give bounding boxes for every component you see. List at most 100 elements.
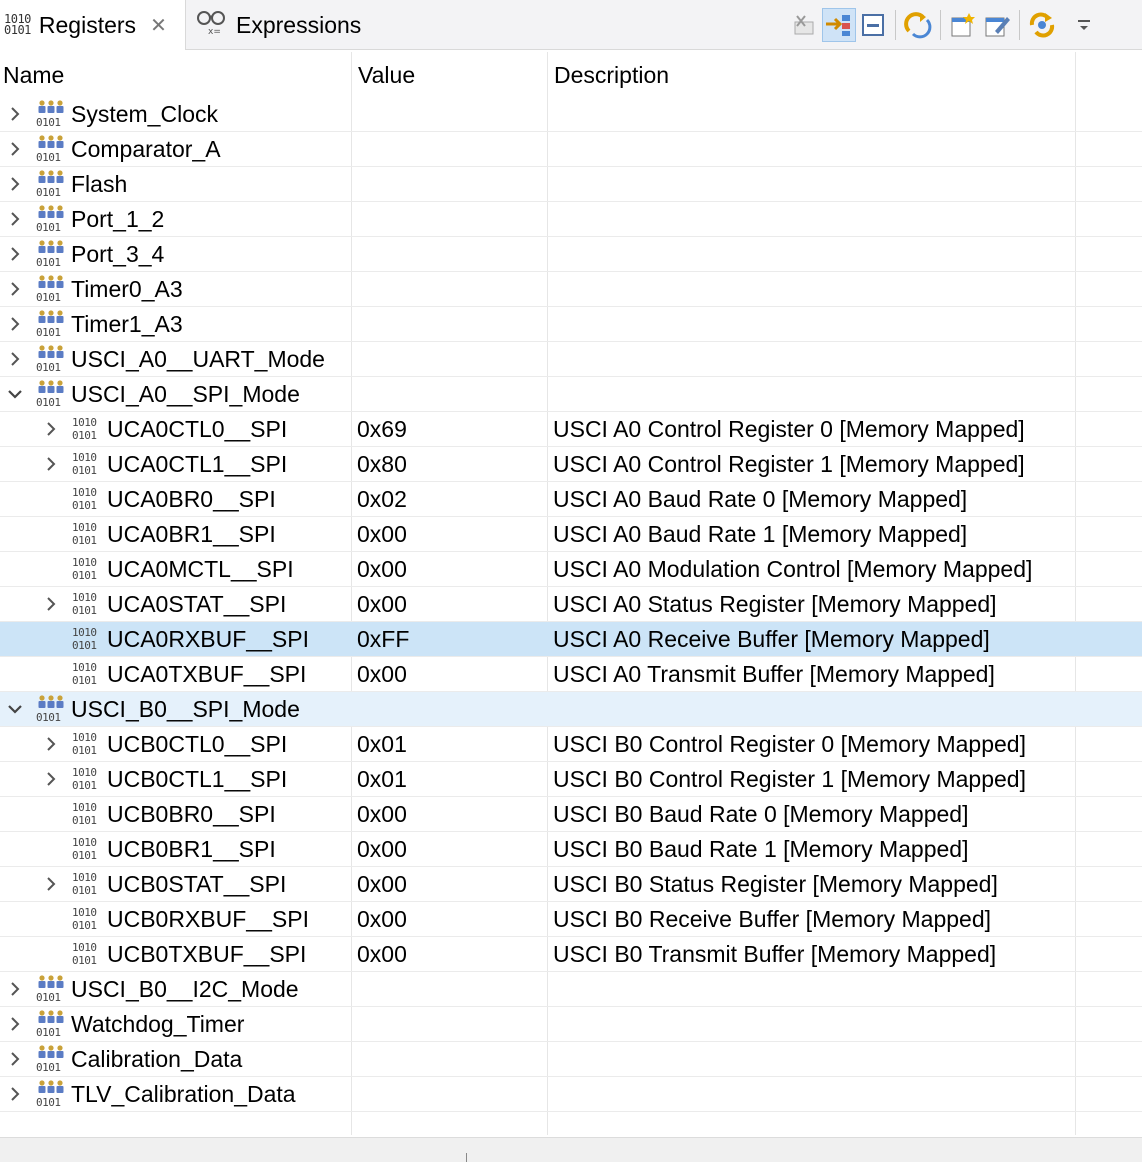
chevron-right-icon[interactable] (41, 412, 61, 446)
register-icon: 1010 0101 (71, 904, 103, 934)
edit-icon[interactable] (980, 8, 1014, 42)
svg-text:0101: 0101 (36, 396, 61, 409)
chevron-down-icon[interactable] (5, 377, 25, 411)
register-row[interactable]: 1010 0101 UCA0BR0__SPI 0x02 USCI A0 Baud Rat… (0, 482, 1142, 517)
horizontal-scrollbar[interactable] (0, 1137, 1142, 1162)
row-value[interactable]: 0x00 (357, 867, 407, 901)
row-name: USCI_A0__UART_Mode (71, 346, 325, 372)
column-header-name[interactable]: Name (3, 62, 64, 89)
chevron-right-icon[interactable] (5, 342, 25, 376)
row-name: UCA0STAT__SPI (107, 591, 287, 617)
close-icon[interactable]: ✕ (150, 13, 167, 38)
register-icon: 1010 0101 (71, 414, 103, 444)
chevron-right-icon[interactable] (5, 1007, 25, 1041)
row-name: UCA0CTL1__SPI (107, 451, 288, 477)
register-row[interactable]: 1010 0101 UCA0RXBUF__SPI 0xFF USCI A0 Receiv… (0, 622, 1142, 657)
register-row[interactable]: 1010 0101 UCB0STAT__SPI 0x00 USCI B0 Status … (0, 867, 1142, 902)
chevron-right-icon[interactable] (5, 272, 25, 306)
register-group-row[interactable]: 0101 USCI_B0__SPI_Mode (0, 692, 1142, 727)
register-group-row[interactable]: 0101 TLV_Calibration_Data (0, 1077, 1142, 1112)
row-value[interactable]: 0xFF (357, 622, 409, 656)
svg-text:0101: 0101 (72, 744, 97, 757)
row-value[interactable]: 0x01 (357, 727, 407, 761)
row-description: USCI B0 Receive Buffer [Memory Mapped] (553, 906, 992, 932)
register-group-row[interactable]: 0101 Comparator_A (0, 132, 1142, 167)
register-row[interactable]: 1010 0101 UCA0CTL1__SPI 0x80 USCI A0 Control… (0, 447, 1142, 482)
view-menu-icon[interactable] (1067, 8, 1101, 42)
register-group-row[interactable]: 0101 Calibration_Data (0, 1042, 1142, 1077)
chevron-right-icon[interactable] (41, 762, 61, 796)
row-description: USCI A0 Transmit Buffer [Memory Mapped] (553, 661, 995, 687)
register-group-row[interactable]: 0101 Timer1_A3 (0, 307, 1142, 342)
chevron-right-icon[interactable] (5, 972, 25, 1006)
tab-expressions[interactable]: x= Expressions (196, 0, 386, 50)
svg-text:1010: 1010 (72, 766, 97, 779)
chevron-right-icon[interactable] (41, 727, 61, 761)
row-value[interactable]: 0x69 (357, 412, 407, 446)
row-name: Flash (71, 171, 128, 197)
register-row[interactable]: 1010 0101 UCB0BR0__SPI 0x00 USCI B0 Baud Rat… (0, 797, 1142, 832)
row-name: UCB0CTL1__SPI (107, 766, 288, 792)
register-tree: 0101 System_Clock 0101 Comparator_A 0101 Flas… (0, 97, 1142, 1112)
column-header-value[interactable]: Value (358, 62, 415, 89)
register-row[interactable]: 1010 0101 UCB0RXBUF__SPI 0x00 USCI B0 Receiv… (0, 902, 1142, 937)
row-value[interactable]: 0x00 (357, 902, 407, 936)
register-group-row[interactable]: 0101 Watchdog_Timer (0, 1007, 1142, 1042)
register-row[interactable]: 1010 0101 UCB0CTL1__SPI 0x01 USCI B0 Control… (0, 762, 1142, 797)
register-row[interactable]: 1010 0101 UCA0CTL0__SPI 0x69 USCI A0 Control… (0, 412, 1142, 447)
continuous-refresh-icon[interactable] (1025, 8, 1059, 42)
chevron-right-icon[interactable] (41, 447, 61, 481)
register-group-row[interactable]: 0101 Timer0_A3 (0, 272, 1142, 307)
register-group-row[interactable]: 0101 USCI_A0__SPI_Mode (0, 377, 1142, 412)
row-value[interactable]: 0x02 (357, 482, 407, 516)
row-name: Timer1_A3 (71, 311, 183, 337)
register-group-row[interactable]: 0101 USCI_B0__I2C_Mode (0, 972, 1142, 1007)
register-row[interactable]: 1010 0101 UCA0MCTL__SPI 0x00 USCI A0 Modulat… (0, 552, 1142, 587)
register-row[interactable]: 1010 0101 UCB0TXBUF__SPI 0x00 USCI B0 Transm… (0, 937, 1142, 972)
row-value[interactable]: 0x80 (357, 447, 407, 481)
chevron-right-icon[interactable] (5, 202, 25, 236)
chevron-right-icon[interactable] (5, 1042, 25, 1076)
chevron-right-icon[interactable] (5, 237, 25, 271)
register-group-row[interactable]: 0101 System_Clock (0, 97, 1142, 132)
collapse-all-icon[interactable] (856, 8, 890, 42)
chevron-right-icon[interactable] (41, 587, 61, 621)
chevron-right-icon[interactable] (41, 867, 61, 901)
register-group-row[interactable]: 0101 Flash (0, 167, 1142, 202)
refresh-icon[interactable] (901, 8, 935, 42)
register-row[interactable]: 1010 0101 UCA0STAT__SPI 0x00 USCI A0 Status … (0, 587, 1142, 622)
row-description: USCI A0 Receive Buffer [Memory Mapped] (553, 626, 990, 652)
register-group-row[interactable]: 0101 Port_3_4 (0, 237, 1142, 272)
chevron-right-icon[interactable] (5, 132, 25, 166)
new-group-icon[interactable] (946, 8, 980, 42)
row-name: UCA0BR1__SPI (107, 521, 276, 547)
svg-text:0101: 0101 (36, 1026, 61, 1039)
register-row[interactable]: 1010 0101 UCB0BR1__SPI 0x00 USCI B0 Baud Rat… (0, 832, 1142, 867)
register-row[interactable]: 1010 0101 UCB0CTL0__SPI 0x01 USCI B0 Control… (0, 727, 1142, 762)
link-with-selection-icon[interactable] (822, 8, 856, 42)
row-description: USCI B0 Baud Rate 0 [Memory Mapped] (553, 801, 969, 827)
chevron-down-icon[interactable] (5, 692, 25, 726)
tab-registers[interactable]: 1010 0101 Registers ✕ (0, 0, 186, 50)
register-row[interactable]: 1010 0101 UCA0BR1__SPI 0x00 USCI A0 Baud Rat… (0, 517, 1142, 552)
register-group-row[interactable]: 0101 Port_1_2 (0, 202, 1142, 237)
row-value[interactable]: 0x00 (357, 832, 407, 866)
chevron-right-icon[interactable] (5, 1077, 25, 1111)
chevron-right-icon[interactable] (5, 307, 25, 341)
row-value[interactable]: 0x00 (357, 937, 407, 971)
chevron-right-icon[interactable] (5, 97, 25, 131)
row-value[interactable]: 0x01 (357, 762, 407, 796)
chevron-right-icon[interactable] (5, 167, 25, 201)
row-value[interactable]: 0x00 (357, 552, 407, 586)
row-value[interactable]: 0x00 (357, 517, 407, 551)
register-icon: 1010 0101 (71, 729, 103, 759)
svg-text:0101: 0101 (36, 326, 61, 339)
row-value[interactable]: 0x00 (357, 587, 407, 621)
register-group-row[interactable]: 0101 USCI_A0__UART_Mode (0, 342, 1142, 377)
register-row[interactable]: 1010 0101 UCA0TXBUF__SPI 0x00 USCI A0 Transm… (0, 657, 1142, 692)
svg-text:0101: 0101 (72, 499, 97, 512)
remove-all-icon[interactable] (788, 8, 822, 42)
row-value[interactable]: 0x00 (357, 797, 407, 831)
column-header-description[interactable]: Description (554, 62, 669, 89)
row-value[interactable]: 0x00 (357, 657, 407, 691)
